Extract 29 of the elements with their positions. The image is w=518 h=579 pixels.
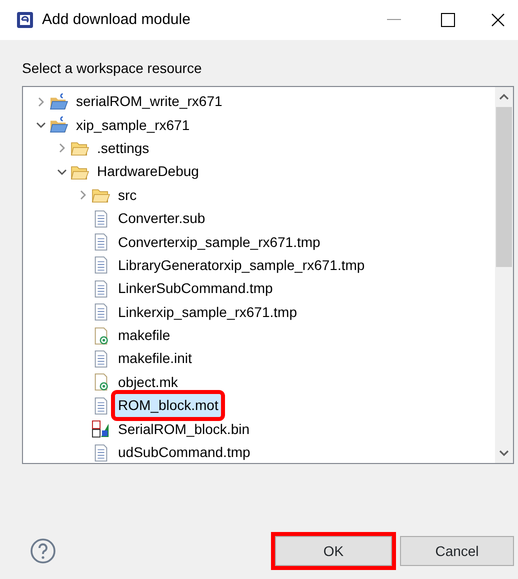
scroll-thumb[interactable]: [496, 107, 512, 267]
tree-item[interactable]: makefile: [115, 324, 174, 348]
app-icon: [16, 11, 34, 29]
project-folder-icon: [49, 92, 69, 111]
binary-file-icon: [91, 420, 111, 438]
help-icon[interactable]: [30, 538, 56, 564]
tree-item[interactable]: .settings: [94, 136, 152, 160]
tree-item[interactable]: LinkerSubCommand.tmp: [115, 277, 276, 300]
maximize-icon[interactable]: [441, 13, 455, 27]
project-folder-icon: [49, 116, 69, 134]
tree-item[interactable]: LibraryGeneratorxip_sample_rx671.tmp: [115, 254, 368, 277]
prompt-label: Select a workspace resource: [22, 60, 202, 76]
tree-item[interactable]: src: [115, 184, 140, 207]
minimize-icon[interactable]: [387, 19, 401, 21]
tree-item[interactable]: udSubCommand.tmp: [115, 441, 254, 463]
window-title: Add download module: [42, 10, 190, 30]
tree-item[interactable]: Converter.sub: [115, 207, 208, 230]
tree-item[interactable]: SerialROM_block.bin: [115, 418, 252, 441]
tree-item[interactable]: makefile.init: [115, 347, 195, 370]
tree-item[interactable]: Linkerxip_sample_rx671.tmp: [115, 300, 300, 324]
tree-item[interactable]: ROM_block.mot: [115, 394, 222, 418]
close-icon[interactable]: [491, 13, 505, 27]
scrollbar[interactable]: [495, 87, 513, 463]
tree-item[interactable]: Converterxip_sample_rx671.tmp: [115, 230, 324, 254]
cancel-button[interactable]: Cancel: [400, 536, 514, 566]
tree-item[interactable]: object.mk: [115, 370, 181, 394]
tree-item[interactable]: HardwareDebug: [94, 160, 202, 184]
tree-item[interactable]: xip_sample_rx671: [73, 114, 193, 137]
tree-item[interactable]: serialROM_write_rx671: [73, 90, 226, 114]
